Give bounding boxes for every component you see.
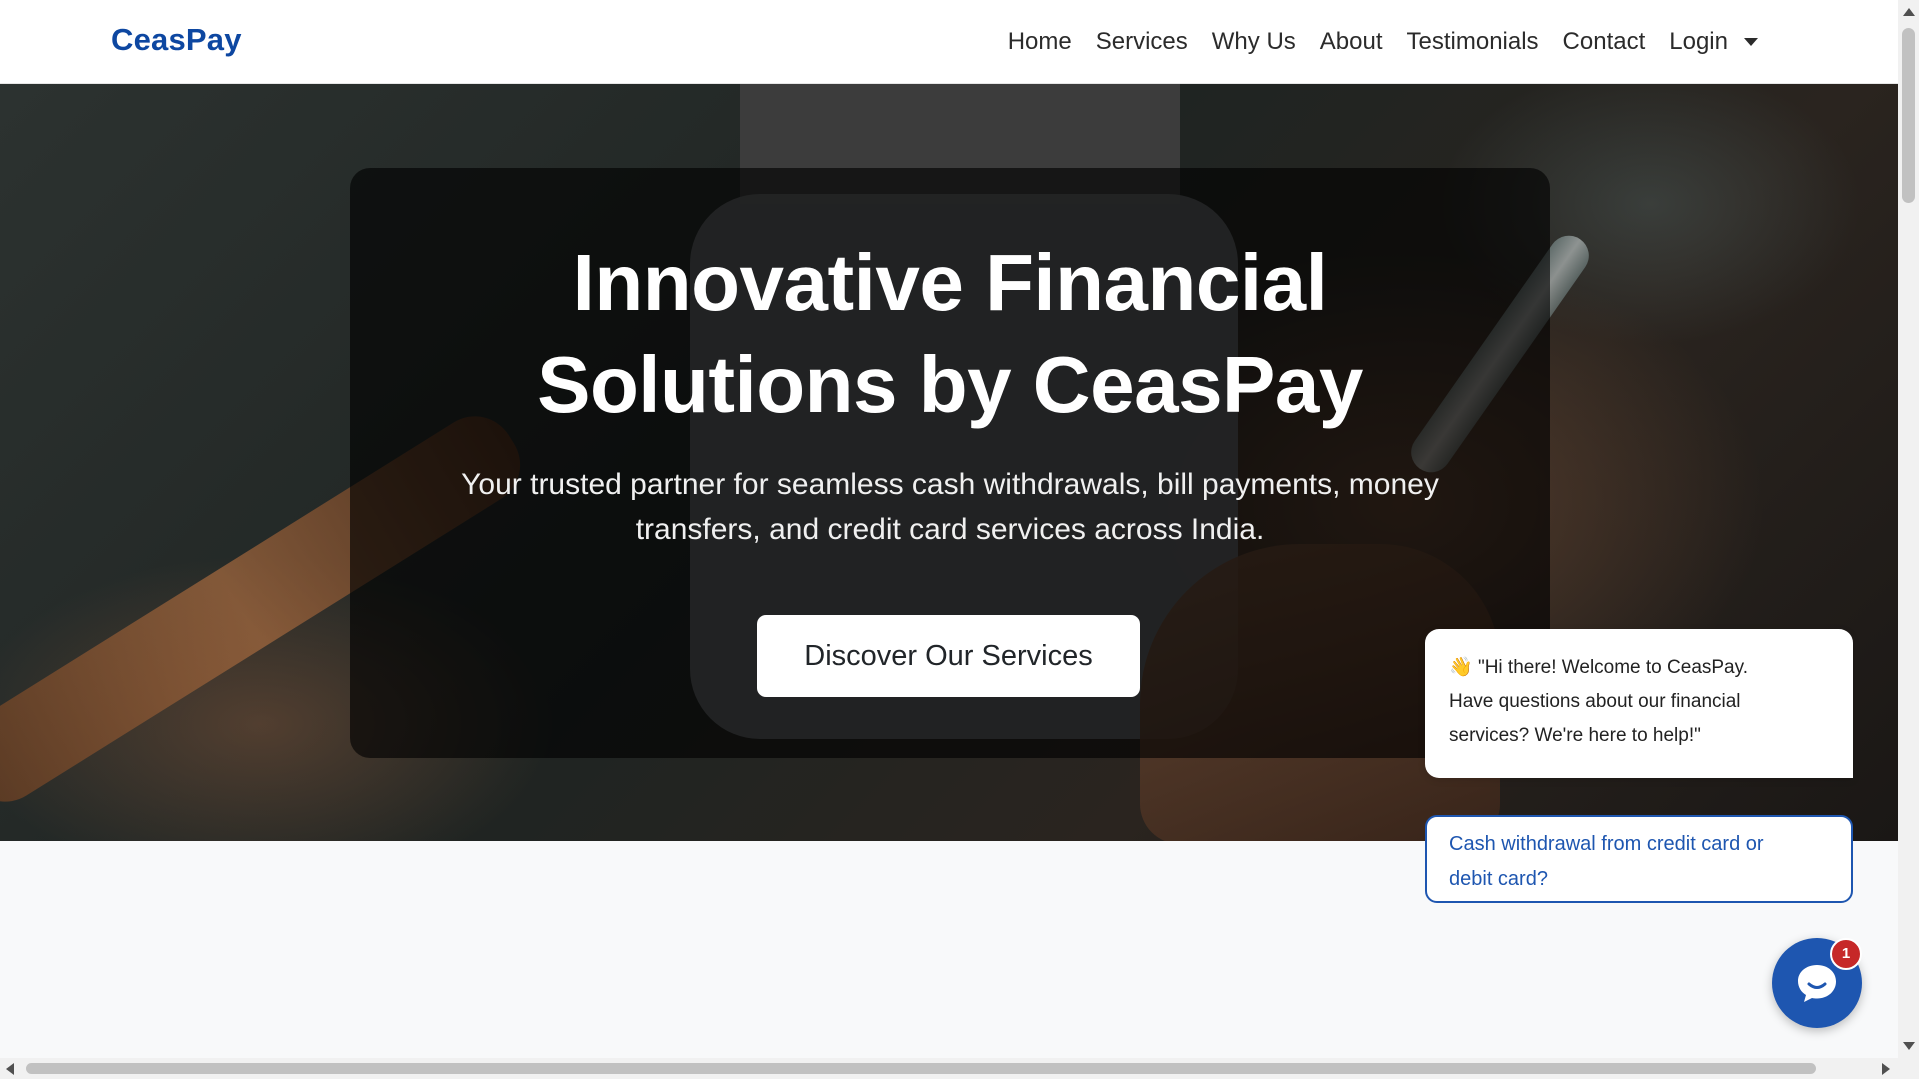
hero-subtitle: Your trusted partner for seamless cash w… xyxy=(420,462,1480,552)
navbar: CeasPay Home Services Why Us About Testi… xyxy=(0,0,1898,84)
chat-quick-reply-line: Cash withdrawal from credit card or xyxy=(1449,833,1764,855)
notification-badge: 1 xyxy=(1830,938,1862,970)
nav-links: Home Services Why Us About Testimonials … xyxy=(1008,0,1758,84)
chat-greeting-line: 👋 "Hi there! Welcome to CeasPay. xyxy=(1449,651,1829,685)
nav-testimonials[interactable]: Testimonials xyxy=(1407,28,1539,56)
scroll-down-icon[interactable] xyxy=(1903,1042,1915,1050)
chat-greeting-text: "Hi there! Welcome to CeasPay. xyxy=(1477,657,1748,678)
wave-icon: 👋 xyxy=(1449,657,1473,678)
discover-services-button[interactable]: Discover Our Services xyxy=(757,615,1140,697)
chevron-down-icon xyxy=(1744,38,1758,46)
nav-why-us[interactable]: Why Us xyxy=(1212,28,1296,56)
chat-greeting-bubble: 👋 "Hi there! Welcome to CeasPay. Have qu… xyxy=(1425,629,1853,778)
chat-greeting-line: services? We're here to help!" xyxy=(1449,725,1701,746)
nav-services[interactable]: Services xyxy=(1096,28,1188,56)
scroll-right-icon[interactable] xyxy=(1882,1063,1890,1075)
nav-home[interactable]: Home xyxy=(1008,28,1072,56)
chat-quick-reply-line: debit card? xyxy=(1449,868,1548,890)
scroll-up-icon[interactable] xyxy=(1903,8,1915,16)
brand-logo[interactable]: CeasPay xyxy=(111,22,242,58)
hero-subtitle-line: Your trusted partner for seamless cash w… xyxy=(461,468,1439,501)
chat-greeting-line: Have questions about our financial xyxy=(1449,691,1741,712)
hero-title-line: Innovative Financial xyxy=(572,238,1328,327)
hero-title-line: Solutions by CeasPay xyxy=(537,340,1363,429)
vertical-scrollbar-thumb[interactable] xyxy=(1902,28,1915,203)
scroll-left-icon[interactable] xyxy=(6,1063,14,1075)
horizontal-scrollbar-thumb[interactable] xyxy=(26,1063,1816,1074)
hero-subtitle-line: transfers, and credit card services acro… xyxy=(635,513,1265,546)
page: CeasPay Home Services Why Us About Testi… xyxy=(0,0,1898,1058)
hero-title: Innovative Financial Solutions by CeasPa… xyxy=(350,232,1550,436)
login-label: Login xyxy=(1669,28,1728,55)
chat-bubble-icon xyxy=(1798,965,1836,1002)
nav-about[interactable]: About xyxy=(1320,28,1383,56)
login-dropdown[interactable]: Login xyxy=(1669,28,1758,56)
chat-quick-reply-button[interactable]: Cash withdrawal from credit card or debi… xyxy=(1425,815,1853,903)
nav-contact[interactable]: Contact xyxy=(1563,28,1646,56)
